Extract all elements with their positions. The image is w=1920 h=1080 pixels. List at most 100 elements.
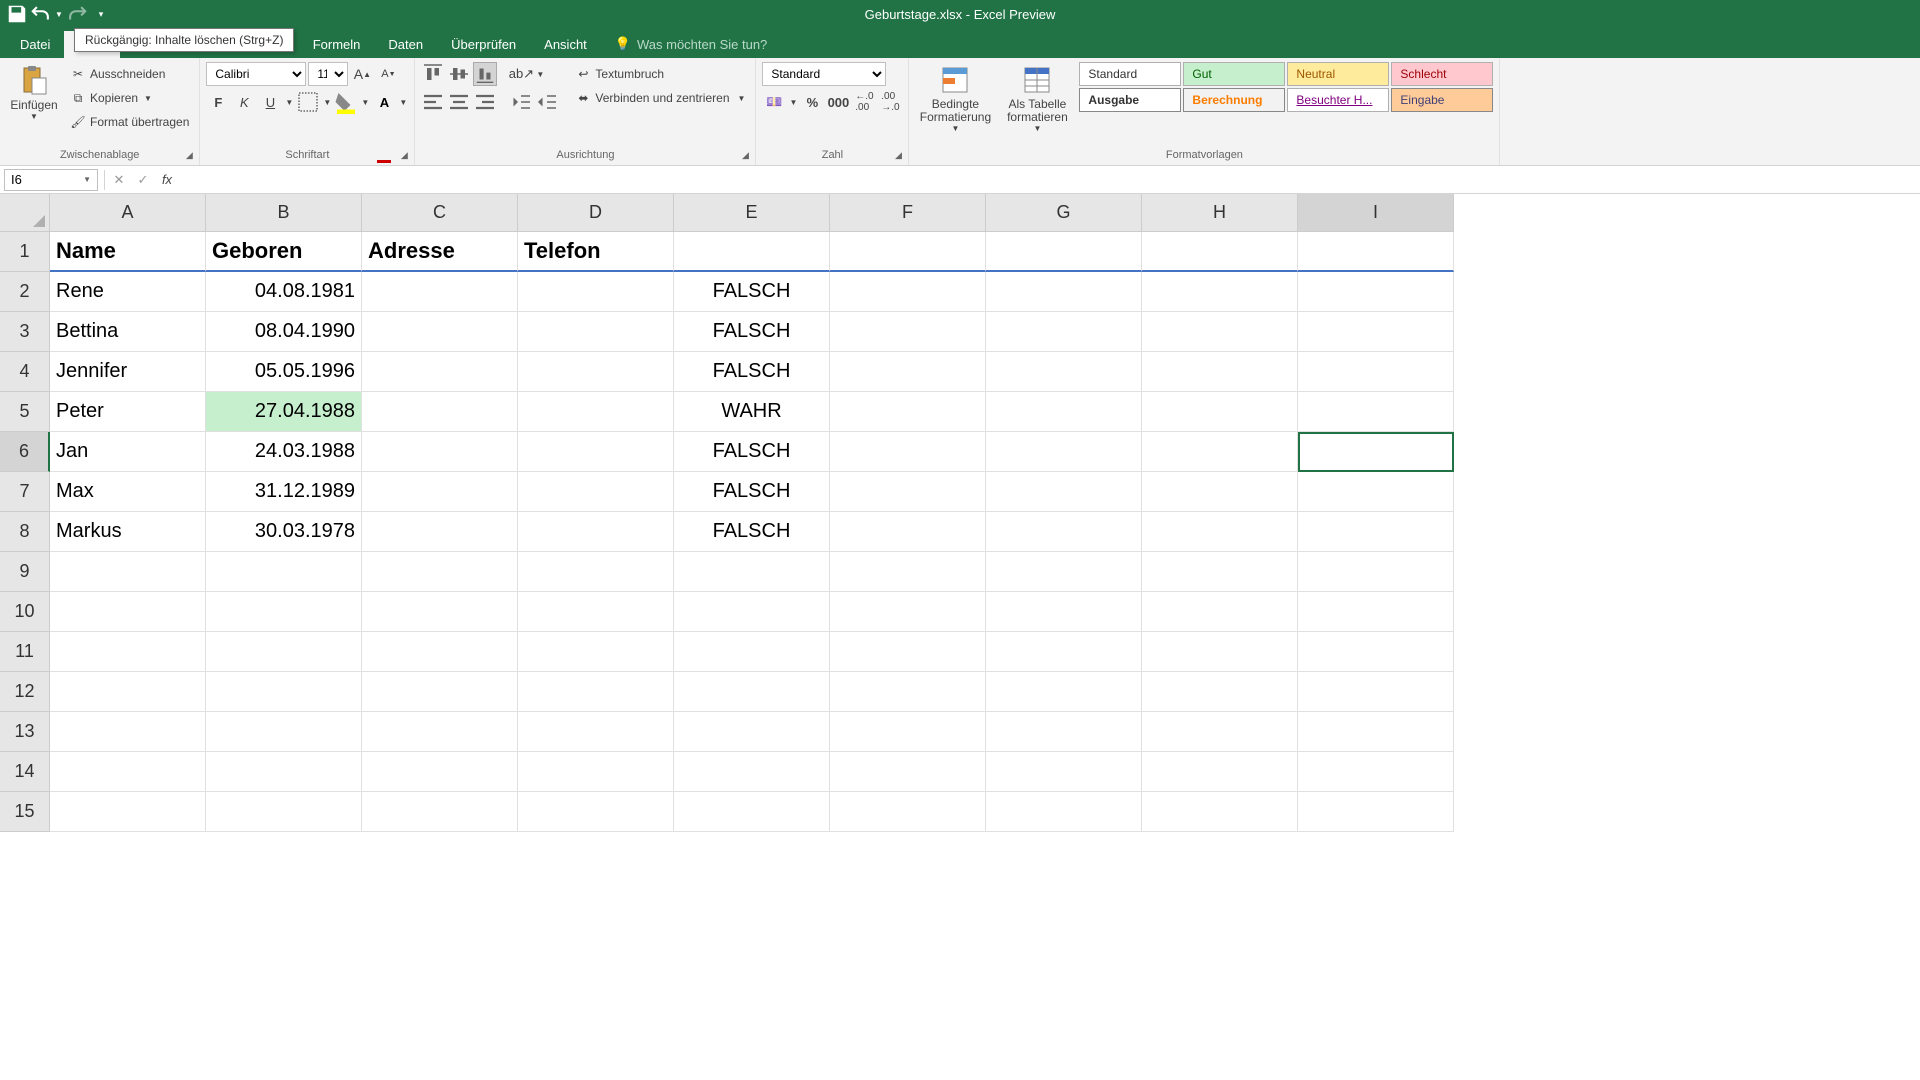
cell-B3[interactable]: 08.04.1990 bbox=[206, 312, 362, 352]
row-header-1[interactable]: 1 bbox=[0, 232, 50, 272]
cell-B8[interactable]: 30.03.1978 bbox=[206, 512, 362, 552]
style-neutral[interactable]: Neutral bbox=[1287, 62, 1389, 86]
column-header-B[interactable]: B bbox=[206, 194, 362, 232]
cell-C5[interactable] bbox=[362, 392, 518, 432]
style-gut[interactable]: Gut bbox=[1183, 62, 1285, 86]
cell-H3[interactable] bbox=[1142, 312, 1298, 352]
tab-daten[interactable]: Daten bbox=[374, 31, 437, 58]
fill-color-button[interactable] bbox=[334, 90, 358, 114]
cell-E2[interactable]: FALSCH bbox=[674, 272, 830, 312]
cell-H15[interactable] bbox=[1142, 792, 1298, 832]
borders-dropdown[interactable]: ▼ bbox=[322, 90, 332, 114]
cell-H1[interactable] bbox=[1142, 232, 1298, 272]
cell-F1[interactable] bbox=[830, 232, 986, 272]
cell-I12[interactable] bbox=[1298, 672, 1454, 712]
cell-F15[interactable] bbox=[830, 792, 986, 832]
increase-decimal-button[interactable]: ←.0.00 bbox=[852, 90, 876, 114]
column-header-E[interactable]: E bbox=[674, 194, 830, 232]
cell-H9[interactable] bbox=[1142, 552, 1298, 592]
row-header-12[interactable]: 12 bbox=[0, 672, 50, 712]
cell-F7[interactable] bbox=[830, 472, 986, 512]
cell-G15[interactable] bbox=[986, 792, 1142, 832]
cell-A9[interactable] bbox=[50, 552, 206, 592]
cell-H13[interactable] bbox=[1142, 712, 1298, 752]
cell-E15[interactable] bbox=[674, 792, 830, 832]
font-launcher[interactable]: ◢ bbox=[398, 149, 410, 161]
tab-ansicht[interactable]: Ansicht bbox=[530, 31, 601, 58]
cell-F5[interactable] bbox=[830, 392, 986, 432]
cell-I7[interactable] bbox=[1298, 472, 1454, 512]
cell-A7[interactable]: Max bbox=[50, 472, 206, 512]
align-middle-button[interactable] bbox=[447, 62, 471, 86]
cell-D3[interactable] bbox=[518, 312, 674, 352]
tab-datei[interactable]: Datei bbox=[6, 31, 64, 58]
orientation-button[interactable]: ab↗ bbox=[509, 62, 533, 86]
cell-G12[interactable] bbox=[986, 672, 1142, 712]
insert-function-button[interactable]: fx bbox=[155, 169, 179, 191]
cell-A15[interactable] bbox=[50, 792, 206, 832]
cell-I15[interactable] bbox=[1298, 792, 1454, 832]
cell-A6[interactable]: Jan bbox=[50, 432, 206, 472]
column-header-A[interactable]: A bbox=[50, 194, 206, 232]
row-header-2[interactable]: 2 bbox=[0, 272, 50, 312]
cell-F12[interactable] bbox=[830, 672, 986, 712]
cell-A4[interactable]: Jennifer bbox=[50, 352, 206, 392]
cell-I11[interactable] bbox=[1298, 632, 1454, 672]
cell-B14[interactable] bbox=[206, 752, 362, 792]
cell-H6[interactable] bbox=[1142, 432, 1298, 472]
cell-A14[interactable] bbox=[50, 752, 206, 792]
align-right-button[interactable] bbox=[473, 90, 497, 114]
cell-G14[interactable] bbox=[986, 752, 1142, 792]
row-header-8[interactable]: 8 bbox=[0, 512, 50, 552]
cell-A12[interactable] bbox=[50, 672, 206, 712]
cell-C10[interactable] bbox=[362, 592, 518, 632]
cell-D10[interactable] bbox=[518, 592, 674, 632]
cell-H11[interactable] bbox=[1142, 632, 1298, 672]
cell-D5[interactable] bbox=[518, 392, 674, 432]
cells-area[interactable]: NameGeborenAdresseTelefonRene04.08.1981F… bbox=[50, 232, 1454, 832]
cell-B7[interactable]: 31.12.1989 bbox=[206, 472, 362, 512]
cell-I14[interactable] bbox=[1298, 752, 1454, 792]
cell-C3[interactable] bbox=[362, 312, 518, 352]
cell-D12[interactable] bbox=[518, 672, 674, 712]
cell-I3[interactable] bbox=[1298, 312, 1454, 352]
cell-D15[interactable] bbox=[518, 792, 674, 832]
cell-F14[interactable] bbox=[830, 752, 986, 792]
font-name-combo[interactable]: Calibri bbox=[206, 62, 306, 86]
font-size-combo[interactable]: 11 bbox=[308, 62, 348, 86]
cell-E8[interactable]: FALSCH bbox=[674, 512, 830, 552]
accounting-format-button[interactable]: 💷 bbox=[762, 90, 786, 114]
cell-F13[interactable] bbox=[830, 712, 986, 752]
cell-G11[interactable] bbox=[986, 632, 1142, 672]
row-header-9[interactable]: 9 bbox=[0, 552, 50, 592]
orientation-dropdown[interactable]: ▼ bbox=[535, 62, 545, 86]
cell-G3[interactable] bbox=[986, 312, 1142, 352]
cell-D9[interactable] bbox=[518, 552, 674, 592]
cell-D11[interactable] bbox=[518, 632, 674, 672]
cell-G10[interactable] bbox=[986, 592, 1142, 632]
cell-B1[interactable]: Geboren bbox=[206, 232, 362, 272]
cell-D14[interactable] bbox=[518, 752, 674, 792]
cell-E4[interactable]: FALSCH bbox=[674, 352, 830, 392]
alignment-launcher[interactable]: ◢ bbox=[739, 149, 751, 161]
align-bottom-button[interactable] bbox=[473, 62, 497, 86]
cell-H2[interactable] bbox=[1142, 272, 1298, 312]
clipboard-launcher[interactable]: ◢ bbox=[183, 149, 195, 161]
align-center-button[interactable] bbox=[447, 90, 471, 114]
underline-button[interactable]: U bbox=[258, 90, 282, 114]
cell-A8[interactable]: Markus bbox=[50, 512, 206, 552]
cell-I5[interactable] bbox=[1298, 392, 1454, 432]
cell-H4[interactable] bbox=[1142, 352, 1298, 392]
cell-F3[interactable] bbox=[830, 312, 986, 352]
cell-D4[interactable] bbox=[518, 352, 674, 392]
column-header-F[interactable]: F bbox=[830, 194, 986, 232]
cell-C12[interactable] bbox=[362, 672, 518, 712]
select-all-button[interactable] bbox=[0, 194, 50, 232]
formula-input[interactable] bbox=[179, 169, 1920, 191]
cell-I13[interactable] bbox=[1298, 712, 1454, 752]
increase-indent-button[interactable] bbox=[535, 90, 559, 114]
wrap-text-button[interactable]: ↩Textumbruch bbox=[571, 62, 749, 86]
column-header-I[interactable]: I bbox=[1298, 194, 1454, 232]
cell-I2[interactable] bbox=[1298, 272, 1454, 312]
cell-E5[interactable]: WAHR bbox=[674, 392, 830, 432]
